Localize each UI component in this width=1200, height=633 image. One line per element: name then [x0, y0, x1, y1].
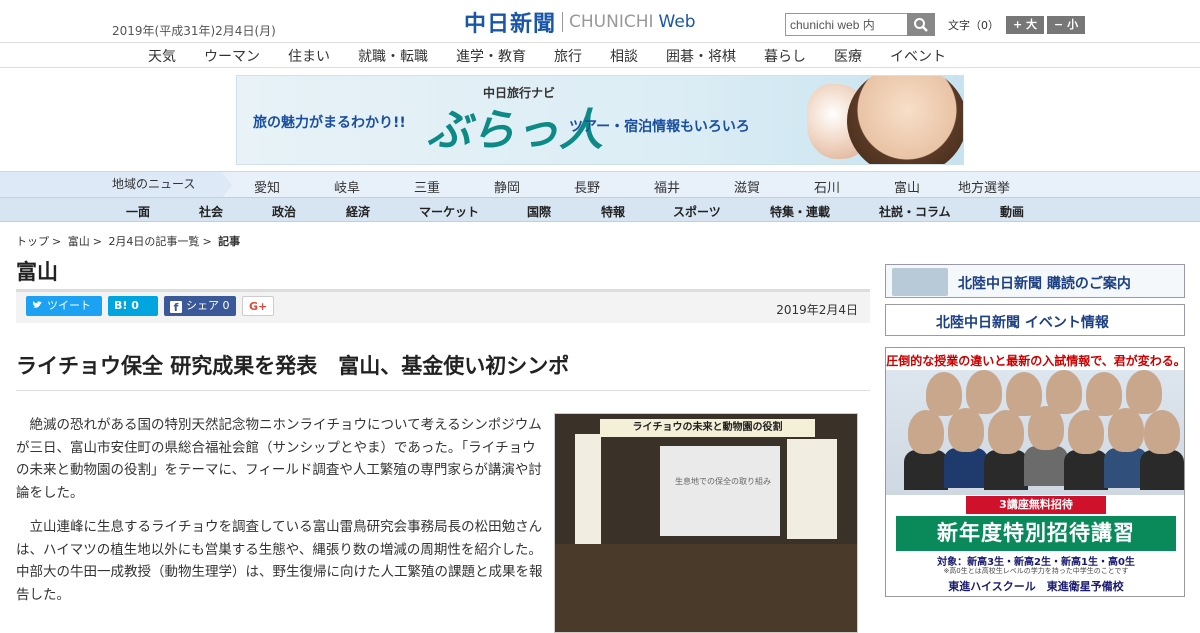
- region-item[interactable]: 富山: [894, 177, 920, 196]
- headline-divider: [16, 390, 870, 391]
- category-nav-item[interactable]: 医療: [834, 46, 862, 66]
- share-bar: ツイート B! 0 f シェア 0 G+ 2019年2月4日: [16, 289, 870, 323]
- region-item[interactable]: 岐阜: [334, 177, 360, 196]
- main-nav-item[interactable]: 特集・連載: [770, 203, 830, 220]
- region-item[interactable]: 三重: [414, 177, 440, 196]
- current-date: 2019年(平成31年)2月4日(月): [112, 24, 276, 38]
- search-icon: [914, 17, 928, 32]
- category-nav-item[interactable]: 天気: [148, 46, 176, 66]
- region-item[interactable]: 滋賀: [734, 177, 760, 196]
- cram-school-ad[interactable]: 圧倒的な授業の違いと最新の入試情報で、君が変わる。 3講座無料招待 新年度特別招…: [885, 347, 1185, 597]
- logo-divider: [562, 12, 564, 32]
- photo-audience: [555, 544, 857, 632]
- model-photo: [847, 76, 963, 164]
- newspaper-book-icon: [892, 268, 948, 296]
- font-smaller-button[interactable]: − 小: [1047, 16, 1086, 34]
- font-size-label: 文字（0）: [948, 19, 999, 32]
- google-plus-button[interactable]: G+: [242, 296, 274, 316]
- main-nav-item[interactable]: 一面: [126, 203, 150, 220]
- main-nav-item[interactable]: 特報: [601, 203, 625, 220]
- ad-course-title: 新年度特別招待講習: [896, 516, 1176, 551]
- region-item[interactable]: 静岡: [494, 177, 520, 196]
- category-nav-item[interactable]: イベント: [890, 46, 946, 66]
- category-nav-item[interactable]: 旅行: [554, 46, 582, 66]
- regional-nav-label: 地域のニュース: [0, 172, 222, 197]
- region-item[interactable]: 福井: [654, 177, 680, 196]
- section-title: 富山: [16, 260, 58, 284]
- region-item[interactable]: 地方選挙: [958, 177, 1010, 196]
- subscription-banner[interactable]: 北陸中日新聞 購読のご案内: [885, 264, 1185, 298]
- main-nav-item[interactable]: 政治: [272, 203, 296, 220]
- breadcrumb: トップ > 富山 > 2月4日の記事一覧 > 記事: [16, 233, 243, 249]
- ad-brand: 東進ハイスクール 東進衛星予備校: [948, 580, 1124, 593]
- category-nav-item[interactable]: 進学・教育: [456, 46, 526, 66]
- ad-tagline-right: ツアー・宿泊情報もいろいろ: [569, 119, 750, 135]
- article-date: 2019年2月4日: [776, 303, 858, 317]
- main-nav-item[interactable]: スポーツ: [673, 203, 721, 220]
- breadcrumb-separator: >: [92, 235, 102, 248]
- ad-tagline-left: 旅の魅力がまるわかり!!: [253, 115, 406, 131]
- regional-nav-arrow: [222, 172, 232, 198]
- main-nav-item[interactable]: 社説・コラム: [879, 203, 951, 220]
- region-item[interactable]: 愛知: [254, 177, 280, 196]
- photo-slide-title: 生息地での保全の取り組み: [675, 477, 771, 486]
- photo-side-banner: [575, 434, 601, 544]
- article-paragraph: 立山連峰に生息するライチョウを調査している富山雷鳥研究会事務局長の松田勉さんは、…: [16, 519, 543, 603]
- breadcrumb-separator: >: [52, 235, 62, 248]
- photo-symposium-banner: ライチョウの未来と動物園の役割: [600, 419, 815, 437]
- event-info-banner[interactable]: 北陸中日新聞 イベント情報: [885, 304, 1185, 336]
- facebook-share-label: シェア 0: [186, 299, 230, 312]
- breadcrumb-link[interactable]: 富山: [68, 235, 90, 248]
- tweet-label: ツイート: [47, 299, 91, 312]
- logo-english: CHUNICHI: [569, 12, 654, 32]
- category-nav-item[interactable]: ウーマン: [204, 46, 260, 66]
- category-nav: 天気 ウーマン 住まい 就職・転職 進学・教育 旅行 相談 囲碁・将棋 暮らし …: [0, 42, 1200, 68]
- site-logo[interactable]: 中日新聞 CHUNICHI Web: [464, 9, 696, 37]
- breadcrumb-separator: >: [202, 235, 212, 248]
- facebook-share-button[interactable]: f シェア 0: [164, 296, 236, 316]
- regional-news-nav: 地域のニュース 愛知 岐阜 三重 静岡 長野 福井 滋賀 石川 富山 地方選挙: [0, 171, 1200, 198]
- ad-free-invite-badge: 3講座無料招待: [966, 496, 1106, 514]
- tweet-button[interactable]: ツイート: [26, 296, 102, 316]
- category-nav-item[interactable]: 住まい: [288, 46, 330, 66]
- search-button[interactable]: [907, 13, 935, 36]
- main-nav-item[interactable]: 社会: [199, 203, 223, 220]
- article-headline: ライチョウ保全 研究成果を発表 富山、基金使い初シンポ: [16, 354, 570, 378]
- ad-footnote: ※高0生とは高校生レベルの学力を持った中学生のことです: [943, 567, 1129, 575]
- article-paragraph: 絶滅の恐れがある国の特別天然記念物ニホンライチョウについて考えるシンポジウムが三…: [16, 417, 542, 501]
- category-nav-item[interactable]: 就職・転職: [358, 46, 428, 66]
- facebook-icon: f: [170, 301, 182, 314]
- hatena-bookmark-button[interactable]: B! 0: [108, 296, 158, 316]
- ad-headline: 圧倒的な授業の違いと最新の入試情報で、君が変わる。: [886, 354, 1185, 368]
- site-search: [785, 13, 935, 36]
- breadcrumb-current: 記事: [218, 235, 241, 248]
- font-size-controls: 文字（0） + 大 − 小: [948, 16, 1086, 34]
- top-header: 2019年(平成31年)2月4日(月) 中日新聞 CHUNICHI Web 文字…: [0, 0, 1200, 42]
- search-input[interactable]: [785, 13, 907, 36]
- main-nav-item[interactable]: マーケット: [419, 203, 479, 220]
- photo-projection-screen: 生息地での保全の取り組み: [660, 446, 780, 536]
- article-body: 絶滅の恐れがある国の特別天然記念物ニホンライチョウについて考えるシンポジウムが三…: [16, 414, 546, 618]
- category-nav-item[interactable]: 暮らし: [764, 46, 806, 66]
- logo-japanese: 中日新聞: [464, 11, 557, 37]
- event-info-label: 北陸中日新聞 イベント情報: [936, 315, 1109, 331]
- main-nav-item[interactable]: 国際: [527, 203, 551, 220]
- main-nav-item[interactable]: 動画: [1000, 203, 1024, 220]
- main-section-nav: 一面 社会 政治 経済 マーケット 国際 特報 スポーツ 特集・連載 社説・コラ…: [0, 197, 1200, 222]
- region-item[interactable]: 長野: [574, 177, 600, 196]
- photo-side-banner: [787, 439, 837, 539]
- main-nav-item[interactable]: 経済: [346, 203, 370, 220]
- instructors-photo: [886, 370, 1184, 495]
- region-item[interactable]: 石川: [814, 177, 840, 196]
- category-nav-item[interactable]: 囲碁・将棋: [666, 46, 736, 66]
- logo-web: Web: [658, 12, 696, 32]
- category-nav-item[interactable]: 相談: [610, 46, 638, 66]
- subscription-label: 北陸中日新聞 購読のご案内: [958, 276, 1131, 292]
- twitter-icon: [32, 301, 42, 308]
- breadcrumb-link[interactable]: トップ: [16, 235, 49, 248]
- travel-ad-banner[interactable]: 旅の魅力がまるわかり!! 中日旅行ナビ ぶらっ人 ツアー・宿泊情報もいろいろ: [236, 75, 964, 165]
- article-photo[interactable]: ライチョウの未来と動物園の役割 生息地での保全の取り組み: [554, 413, 858, 633]
- breadcrumb-link[interactable]: 2月4日の記事一覧: [108, 235, 199, 248]
- font-larger-button[interactable]: + 大: [1006, 16, 1045, 34]
